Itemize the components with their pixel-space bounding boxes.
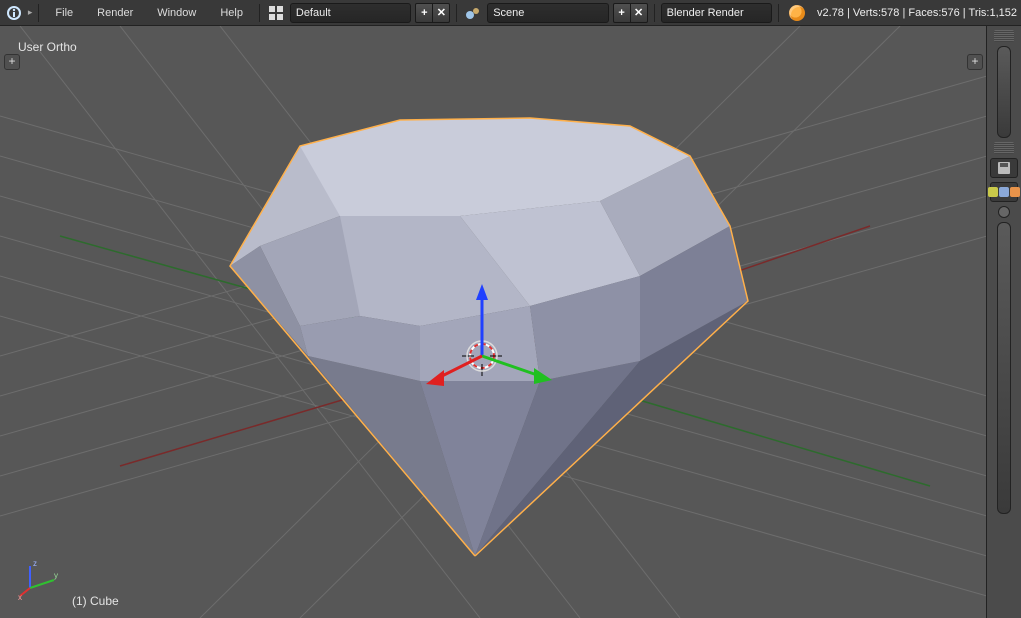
- properties-strip[interactable]: [997, 222, 1011, 514]
- version-label: v2.78: [817, 7, 844, 19]
- blender-logo-icon: [789, 5, 805, 21]
- svg-text:y: y: [54, 571, 58, 580]
- info-header: ▸ File Render Window Help Default + ✕ Sc…: [0, 0, 1021, 26]
- render-engine-selector[interactable]: Blender Render: [661, 3, 772, 23]
- axis-mini-widget: z y x: [18, 556, 62, 600]
- scene-icon[interactable]: [463, 3, 483, 23]
- menu-window[interactable]: Window: [147, 0, 206, 26]
- menu-help[interactable]: Help: [210, 0, 253, 26]
- properties-region: [986, 26, 1021, 618]
- viewport-canvas[interactable]: [0, 26, 987, 618]
- outliner-strip[interactable]: [997, 46, 1011, 138]
- properties-toggle[interactable]: +: [967, 54, 983, 70]
- editor-type-icon[interactable]: [4, 3, 24, 23]
- mesh-stats: Verts:578 | Faces:576 | Tris:1,152: [853, 7, 1017, 19]
- header-stats: v2.78 | Verts:578 | Faces:576 | Tris:1,1…: [817, 7, 1017, 19]
- svg-text:x: x: [18, 593, 22, 600]
- separator: [778, 4, 779, 22]
- object-tab-icon[interactable]: [1010, 187, 1020, 197]
- screen-layout-value: Default: [296, 7, 331, 19]
- save-icon[interactable]: [990, 158, 1018, 178]
- scene-value: Scene: [493, 7, 524, 19]
- add-layout-button[interactable]: +: [415, 3, 433, 23]
- svg-text:z: z: [33, 559, 37, 568]
- scene-selector[interactable]: Scene: [487, 3, 608, 23]
- screen-layout-selector[interactable]: Default: [290, 3, 411, 23]
- separator: [654, 4, 655, 22]
- render-tab-icon[interactable]: [988, 187, 998, 197]
- menu-render[interactable]: Render: [87, 0, 143, 26]
- 3d-viewport[interactable]: User Ortho (1) Cube + + z y x: [0, 26, 987, 618]
- toolshelf-toggle[interactable]: +: [4, 54, 20, 70]
- context-tabs[interactable]: [990, 182, 1018, 202]
- expand-icon[interactable]: ▸: [28, 7, 33, 18]
- separator: [259, 4, 260, 22]
- render-engine-value: Blender Render: [667, 7, 744, 19]
- view-orientation-label: User Ortho: [18, 40, 77, 54]
- separator: [456, 4, 457, 22]
- remove-layout-button[interactable]: ✕: [433, 3, 450, 23]
- menu-file[interactable]: File: [45, 0, 83, 26]
- active-object-label: (1) Cube: [72, 594, 119, 608]
- scene-tab-icon[interactable]: [999, 187, 1009, 197]
- dot-icon: [998, 206, 1010, 218]
- separator: [38, 4, 39, 22]
- selected-object[interactable]: [230, 118, 748, 556]
- remove-scene-button[interactable]: ✕: [631, 3, 648, 23]
- region-grip-icon[interactable]: [994, 30, 1014, 42]
- screen-layout-icon[interactable]: [266, 3, 286, 23]
- region-grip-icon[interactable]: [994, 142, 1014, 154]
- add-scene-button[interactable]: +: [613, 3, 631, 23]
